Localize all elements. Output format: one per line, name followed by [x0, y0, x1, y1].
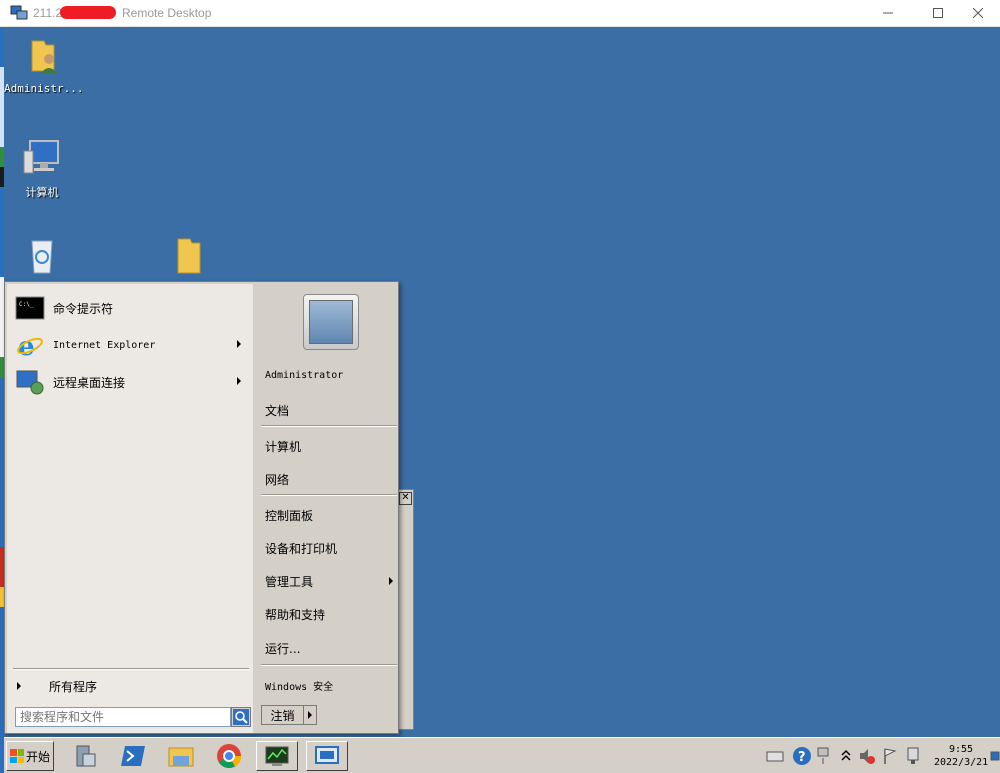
action-center-icon[interactable] — [816, 746, 830, 766]
menu-separator — [261, 664, 397, 666]
menu-item-windows-security[interactable]: Windows 安全 — [265, 678, 333, 693]
desktop-icon-administrator[interactable]: Administr... — [4, 35, 84, 95]
maximize-icon — [932, 8, 943, 18]
task-manager-icon — [265, 746, 289, 766]
clock[interactable]: 9:55 2022/3/21 — [934, 743, 988, 769]
chevron-right-icon — [17, 682, 21, 690]
search-icon — [233, 709, 249, 725]
menu-item-computer[interactable]: 计算机 — [265, 438, 301, 455]
logoff-button[interactable]: 注销 — [261, 705, 303, 725]
taskbar-remote-window[interactable] — [306, 741, 348, 771]
maximize-button[interactable] — [915, 0, 960, 26]
all-programs-label: 所有程序 — [49, 679, 98, 694]
start-menu-places: Administrator 文档 计算机 网络 控制面板 设备和打印机 管理工具… — [257, 284, 398, 733]
clock-date: 2022/3/21 — [934, 757, 989, 768]
desktop-icon-label: 计算机 — [25, 186, 59, 199]
rdp-window-icon — [315, 746, 339, 764]
submenu-arrow-icon — [237, 377, 241, 385]
powershell-icon — [121, 746, 145, 766]
menu-item-admin-tools[interactable]: 管理工具 — [265, 573, 313, 590]
search-button[interactable] — [231, 707, 251, 727]
menu-item-devices-printers[interactable]: 设备和打印机 — [265, 540, 337, 557]
menu-item-documents[interactable]: 文档 — [265, 402, 289, 419]
start-button-label: 开始 — [26, 749, 51, 764]
menu-separator — [13, 668, 249, 670]
user-folder-icon — [31, 40, 57, 73]
taskbar-task-manager[interactable] — [256, 741, 298, 771]
desktop-icon-computer[interactable]: 计算机 — [4, 137, 80, 200]
start-button[interactable]: 开始 — [6, 741, 54, 771]
submenu-arrow-icon — [389, 577, 393, 585]
file-explorer-icon — [168, 747, 194, 767]
taskbar-chrome[interactable] — [208, 741, 250, 771]
remote-desktop-connection-icon — [16, 370, 44, 395]
menu-item-label: Internet Explorer — [53, 339, 156, 351]
desktop-icon-recycle-bin[interactable] — [4, 235, 80, 282]
help-icon[interactable]: ? — [792, 746, 812, 766]
chrome-icon — [217, 744, 241, 769]
show-desktop-icon[interactable] — [990, 749, 1000, 763]
network-icon[interactable] — [904, 746, 922, 766]
menu-item-remote-desktop-connection[interactable]: 远程桌面连接 — [15, 366, 247, 398]
recycle-bin-icon — [31, 240, 53, 274]
search-input[interactable] — [15, 707, 231, 727]
menu-item-run[interactable]: 运行... — [265, 640, 300, 657]
start-menu-programs: C:\_ 命令提示符 e Internet Explorer 远程桌面连接 所有… — [7, 284, 253, 733]
submenu-arrow-icon — [237, 340, 241, 348]
windows-logo-icon — [10, 749, 24, 763]
minimize-icon — [882, 12, 893, 14]
close-icon — [972, 8, 983, 18]
clock-time: 9:55 — [948, 744, 974, 755]
desktop-icon-folder[interactable] — [150, 235, 226, 282]
computer-icon — [23, 140, 59, 174]
svg-text:?: ? — [798, 750, 806, 765]
close-button[interactable] — [955, 0, 1000, 26]
taskbar-file-explorer[interactable] — [160, 741, 202, 771]
menu-item-network[interactable]: 网络 — [265, 471, 289, 488]
background-window: ✕ — [399, 489, 414, 730]
remote-desktop-icon — [10, 5, 28, 20]
shutdown-options-button[interactable] — [303, 705, 317, 725]
host-address: 211.2 — [33, 6, 63, 20]
rdp-titlebar: 211.2 Remote Desktop — [0, 0, 1000, 27]
menu-item-label: 命令提示符 — [53, 301, 114, 316]
taskbar: 开始 ? 9:55 2022/3/21 — [4, 737, 1000, 773]
menu-item-command-prompt[interactable]: C:\_ 命令提示符 — [15, 292, 247, 324]
flag-icon[interactable] — [882, 747, 898, 765]
svg-text:C:\_: C:\_ — [19, 301, 34, 308]
keyboard-icon[interactable] — [766, 749, 784, 763]
desktop-icon-label: Administr... — [4, 82, 84, 95]
user-avatar[interactable] — [303, 294, 359, 350]
command-prompt-icon: C:\_ — [15, 296, 45, 320]
volume-muted-icon[interactable] — [858, 747, 876, 765]
redaction-mark — [60, 6, 116, 19]
menu-separator — [261, 425, 397, 427]
taskbar-powershell[interactable] — [112, 741, 154, 771]
folder-icon — [177, 238, 201, 274]
server-manager-icon — [76, 745, 96, 767]
window-title: Remote Desktop — [122, 6, 212, 20]
menu-item-administrator[interactable]: Administrator — [265, 370, 343, 381]
all-programs-button[interactable]: 所有程序 — [15, 672, 247, 700]
background-window-close-button[interactable]: ✕ — [399, 492, 412, 505]
minimize-button[interactable] — [865, 0, 910, 26]
menu-item-internet-explorer[interactable]: e Internet Explorer — [15, 329, 247, 361]
avatar-image — [309, 300, 353, 344]
start-menu: C:\_ 命令提示符 e Internet Explorer 远程桌面连接 所有… — [4, 281, 399, 734]
menu-item-help-support[interactable]: 帮助和支持 — [265, 606, 325, 623]
internet-explorer-icon: e — [17, 332, 43, 359]
system-tray: ? 9:55 2022/3/21 — [764, 741, 1000, 771]
menu-separator — [261, 494, 397, 496]
taskbar-server-manager[interactable] — [64, 741, 106, 771]
show-hidden-icons-icon[interactable] — [840, 749, 852, 763]
menu-item-label: 远程桌面连接 — [53, 375, 126, 390]
menu-item-control-panel[interactable]: 控制面板 — [265, 507, 313, 524]
